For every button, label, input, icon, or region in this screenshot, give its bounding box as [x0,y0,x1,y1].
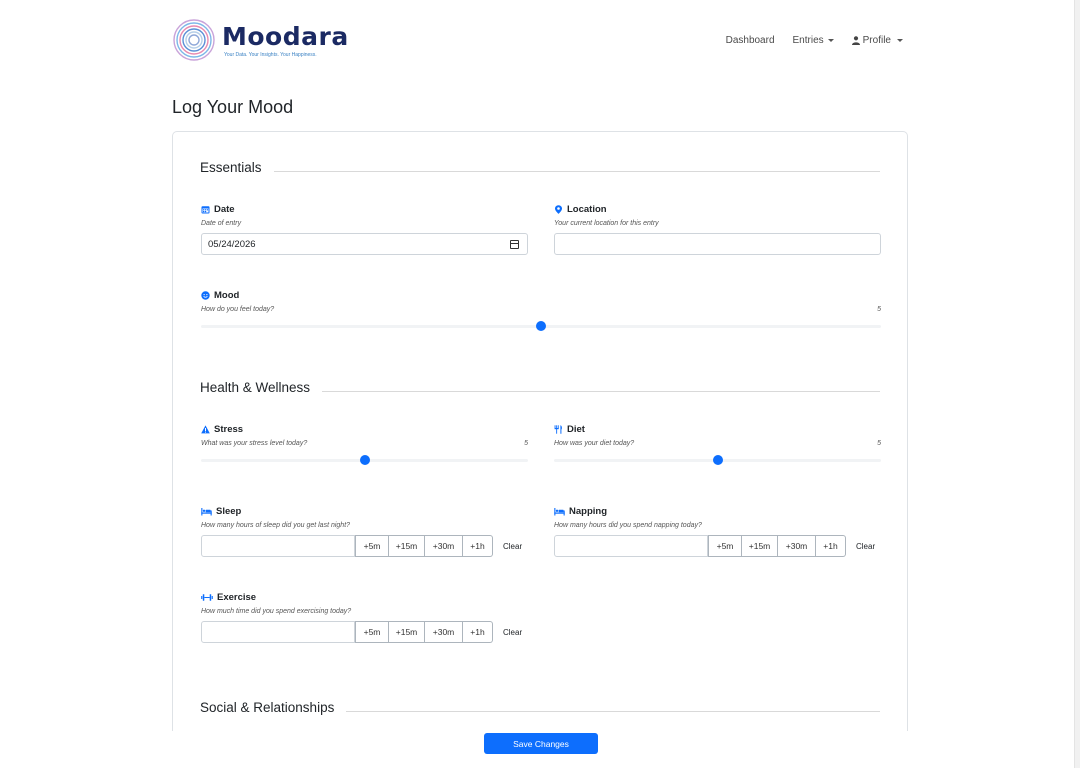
mood-label: Mood [214,290,240,301]
mood-value: 5 [877,306,881,313]
date-field: Date Date of entry 05/24/2026 [201,204,528,255]
napping-duration-group: +5m +15m +30m +1h Clear [554,535,881,557]
bed-icon [201,508,212,516]
exercise-field: Exercise How much time did you spend exe… [201,592,528,643]
exercise-duration-group: +5m +15m +30m +1h Clear [201,621,528,643]
diet-field: Diet How was your diet today? 5 [554,424,881,465]
sleep-add-15m-button[interactable]: +15m [389,535,425,557]
napping-help: How many hours did you spend napping tod… [554,522,702,529]
navbar: Moodara Your Data. Your Insights. Your H… [172,16,907,68]
section-title: Health & Wellness [200,380,311,395]
user-icon [851,36,860,45]
brand-name: Moodara [222,21,349,51]
nav-entries-dropdown[interactable]: Entries [793,35,834,46]
section-divider [346,711,880,712]
section-social-relationships: Social & Relationships [200,700,880,715]
smile-icon [201,291,210,300]
sleep-add-1h-button[interactable]: +1h [463,535,493,557]
mood-slider[interactable] [201,321,881,331]
nav-dashboard[interactable]: Dashboard [726,35,775,46]
napping-add-5m-button[interactable]: +5m [708,535,742,557]
mood-form-card: Essentials Date Date of entry 05/24/2026… [172,131,908,731]
section-title: Social & Relationships [200,700,335,715]
sleep-label: Sleep [216,506,242,517]
map-pin-icon [555,205,562,214]
exercise-input[interactable] [201,621,355,643]
caret-down-icon [827,39,834,42]
sleep-add-30m-button[interactable]: +30m [425,535,463,557]
mood-field: Mood How do you feel today? 5 [201,290,881,331]
napping-add-15m-button[interactable]: +15m [742,535,778,557]
logo-icon [173,19,215,61]
slider-thumb[interactable] [712,455,723,465]
sleep-add-5m-button[interactable]: +5m [355,535,389,557]
exercise-clear-button[interactable]: Clear [503,628,522,637]
diet-slider[interactable] [554,455,881,465]
napping-clear-button[interactable]: Clear [856,542,875,551]
exercise-add-5m-button[interactable]: +5m [355,621,389,643]
stress-value: 5 [524,440,528,447]
nav-entries-label: Entries [792,35,824,46]
caret-down-icon [897,39,903,42]
napping-input[interactable] [554,535,708,557]
calendar-picker-icon[interactable] [510,240,519,249]
page-title: Log Your Mood [172,97,294,117]
stress-label: Stress [214,424,244,435]
slider-thumb[interactable] [536,321,546,331]
dumbbell-icon [201,594,213,601]
diet-help: How was your diet today? [554,440,635,447]
sleep-duration-group: +5m +15m +30m +1h Clear [201,535,528,557]
stress-help: What was your stress level today? [201,440,308,447]
slider-thumb[interactable] [359,455,370,465]
scrollbar[interactable] [1074,0,1080,768]
exercise-label: Exercise [217,592,257,603]
warning-icon [201,425,210,434]
location-input[interactable] [554,233,881,255]
calendar-icon [201,206,210,214]
brand[interactable]: Moodara Your Data. Your Insights. Your H… [172,18,349,62]
nav-profile-dropdown[interactable]: Profile [851,35,903,46]
exercise-add-15m-button[interactable]: +15m [389,621,425,643]
exercise-add-1h-button[interactable]: +1h [463,621,493,643]
sleep-clear-button[interactable]: Clear [503,542,522,551]
date-input[interactable]: 05/24/2026 [201,233,528,255]
utensils-icon [554,425,562,434]
exercise-help: How much time did you spend exercising t… [201,608,352,615]
location-field: Location Your current location for this … [554,204,881,255]
sleep-help: How many hours of sleep did you get last… [201,522,351,529]
date-label: Date [214,204,235,215]
napping-label: Napping [569,506,607,517]
exercise-add-30m-button[interactable]: +30m [425,621,463,643]
brand-tagline: Your Data. Your Insights. Your Happiness… [224,51,317,58]
mood-help: How do you feel today? [201,306,275,313]
location-help: Your current location for this entry [554,220,659,227]
date-value: 05/24/2026 [208,238,256,250]
napping-add-1h-button[interactable]: +1h [816,535,846,557]
section-title: Essentials [200,160,262,175]
diet-value: 5 [877,440,881,447]
nav-links: Dashboard Entries Profile [708,35,903,46]
napping-field: Napping How many hours did you spend nap… [554,506,881,557]
stress-slider[interactable] [201,455,528,465]
diet-label: Diet [567,424,585,435]
nav-profile-label: Profile [862,35,891,46]
section-essentials: Essentials [200,160,880,175]
section-divider [322,391,880,392]
section-health-wellness: Health & Wellness [200,380,880,395]
sleep-input[interactable] [201,535,355,557]
stress-field: Stress What was your stress level today?… [201,424,528,465]
bed-icon [554,508,565,516]
napping-add-30m-button[interactable]: +30m [778,535,816,557]
location-label: Location [567,204,607,215]
section-divider [273,171,880,172]
save-changes-button[interactable]: Save Changes [484,733,598,754]
sleep-field: Sleep How many hours of sleep did you ge… [201,506,528,557]
date-help: Date of entry [201,220,242,227]
